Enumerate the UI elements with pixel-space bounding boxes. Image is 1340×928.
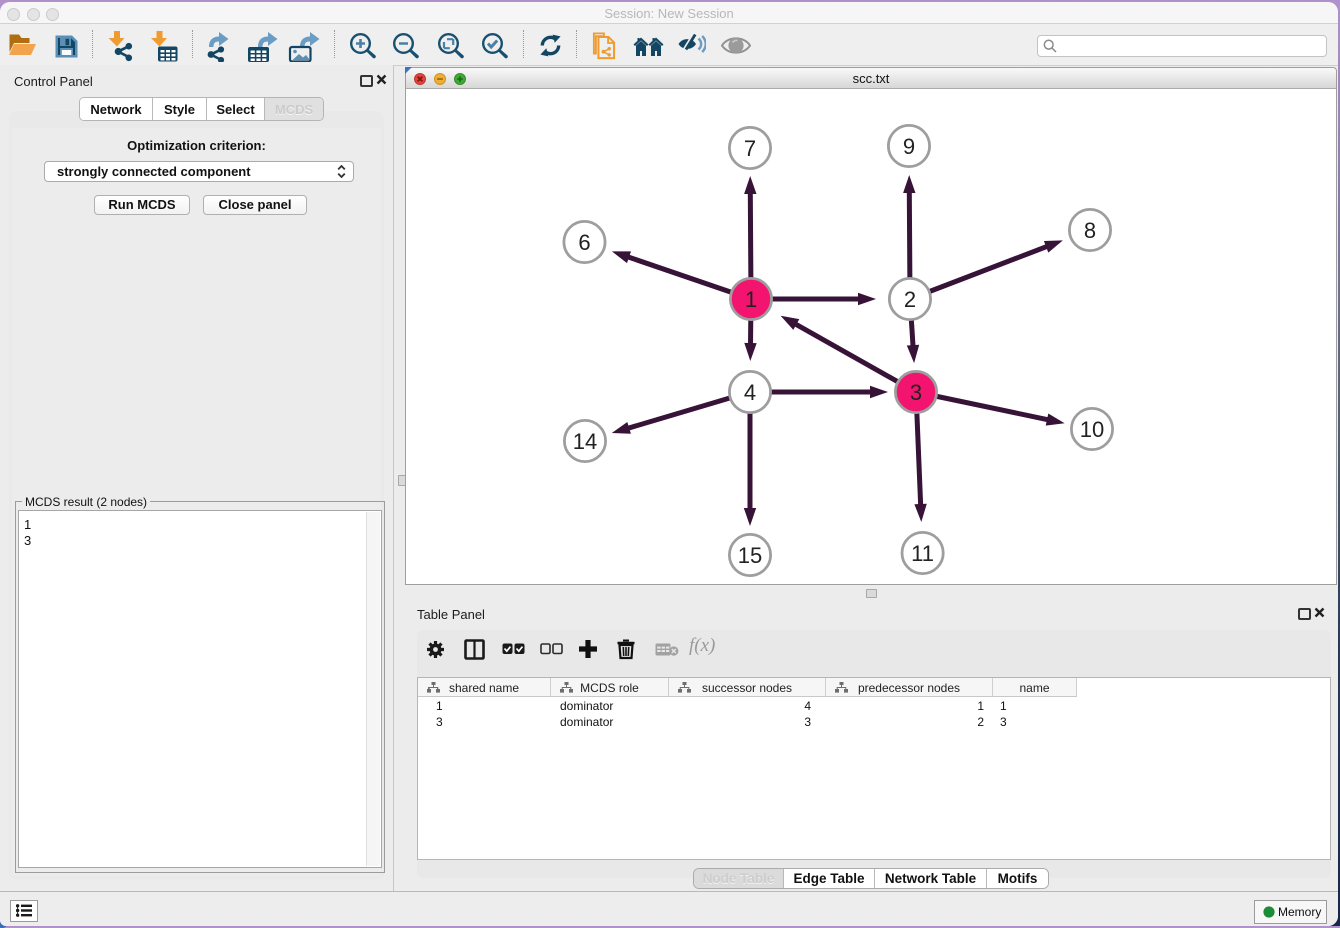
svg-text:6: 6 [578, 230, 590, 255]
svg-text:8: 8 [1084, 218, 1096, 243]
svg-text:11: 11 [911, 541, 934, 566]
svg-text:4: 4 [744, 380, 756, 405]
svg-text:1: 1 [745, 287, 757, 312]
svg-text:3: 3 [910, 380, 922, 405]
svg-text:15: 15 [738, 543, 762, 568]
svg-text:14: 14 [573, 429, 597, 454]
svg-text:7: 7 [744, 136, 756, 161]
svg-text:9: 9 [903, 134, 915, 159]
svg-text:2: 2 [904, 287, 916, 312]
svg-text:10: 10 [1080, 417, 1104, 442]
